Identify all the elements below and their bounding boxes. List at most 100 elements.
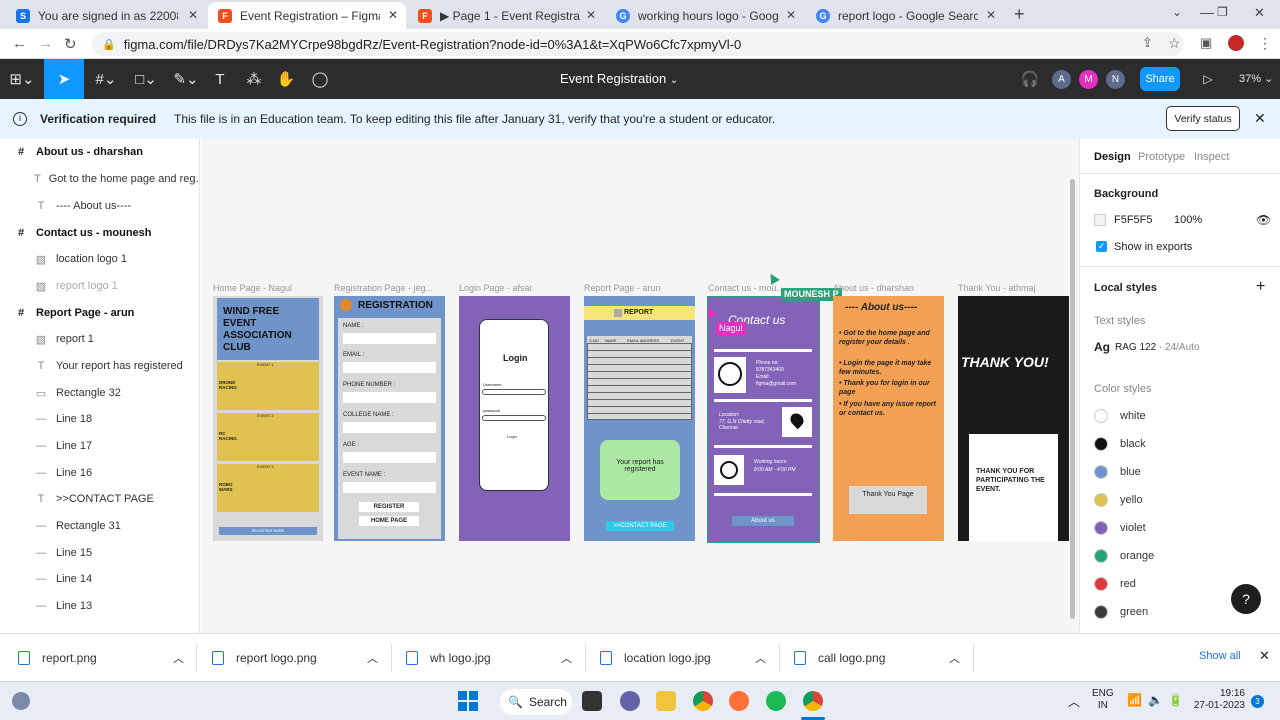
frame-label[interactable]: Home Page - Nagul (213, 283, 292, 293)
close-tab-icon[interactable]: ✕ (188, 8, 198, 22)
text-style-item[interactable]: RAG 122 · 24/Auto (1115, 342, 1200, 353)
language-indicator[interactable]: ENG IN (1092, 688, 1114, 712)
back-icon[interactable]: ← (12, 35, 27, 52)
layer-row[interactable]: T Got to the home page and reg... (0, 166, 199, 192)
color-style-item[interactable]: orange (1094, 549, 1154, 563)
show-exports-checkbox[interactable]: ✓ (1096, 241, 1107, 252)
color-style-item[interactable]: green (1094, 605, 1148, 619)
layer-row[interactable]: ▨ report logo 1 (0, 273, 199, 299)
zoom-dropdown[interactable]: 37% ⌄ (1239, 72, 1273, 85)
frame-label[interactable]: Registration Page - jeg... (334, 283, 433, 293)
tab-working-hours[interactable]: G working hours logo - Google Sea ✕ (606, 2, 804, 29)
tab-design[interactable]: Design (1094, 151, 1131, 163)
avatar[interactable]: N (1106, 70, 1125, 89)
thank-you-page-frame[interactable]: THANK YOU! THANK YOU FOR PARTICIPATING T… (958, 296, 1069, 541)
close-tab-icon[interactable]: ✕ (986, 8, 996, 22)
avatar[interactable]: A (1052, 70, 1071, 89)
download-item[interactable]: report logo.png (212, 646, 317, 670)
share-button[interactable]: Share (1140, 67, 1180, 91)
chevron-up-icon[interactable]: ︿ (173, 650, 184, 666)
text-tool-icon[interactable]: T (206, 59, 234, 99)
close-tab-icon[interactable]: ✕ (586, 8, 596, 22)
bg-color-swatch[interactable] (1094, 214, 1106, 226)
layer-row[interactable]: T >>CONTACT PAGE (0, 486, 199, 512)
main-menu-icon[interactable]: ⊞⌄ (0, 59, 44, 99)
tab-report-logo[interactable]: G report logo - Google Search ✕ (806, 2, 1004, 29)
avatar[interactable]: M (1079, 70, 1098, 89)
share-page-icon[interactable]: ⇪ (1142, 35, 1153, 51)
registration-page-frame[interactable]: REGISTRATION NAME : EMAIL : PHONE NUMBER… (334, 296, 445, 541)
layer-row[interactable]: — Line 18 (0, 406, 199, 432)
download-item[interactable]: location logo.jpg (600, 646, 711, 670)
volume-icon[interactable]: 🔈 (1148, 693, 1163, 707)
reload-icon[interactable]: ↻ (64, 35, 77, 53)
bookmark-star-icon[interactable]: ☆ (1168, 35, 1181, 52)
frame-label[interactable]: Report Page - arun (584, 283, 661, 293)
frame-label[interactable]: Thank You - athmaj (958, 283, 1036, 293)
browser-menu-icon[interactable]: ⋮ (1258, 35, 1272, 52)
close-banner-icon[interactable]: ✕ (1254, 110, 1266, 127)
clock[interactable]: 19:16 27-01-2023 (1193, 688, 1245, 712)
tray-overflow-icon[interactable]: ︿ (1068, 693, 1080, 710)
bg-opacity-input[interactable]: 100% (1174, 214, 1202, 226)
frame-label[interactable]: Login Page - afsar (459, 283, 533, 293)
frame-label[interactable]: About us - dharshan (833, 283, 914, 293)
layer-row[interactable]: ▭ Rectangle 32 (0, 380, 199, 406)
chrome-icon[interactable] (693, 691, 713, 711)
layer-row[interactable]: — Rectangle 31 (0, 513, 199, 539)
move-tool-icon[interactable]: ➤ (44, 59, 84, 99)
file-title[interactable]: Event Registration ⌄ (560, 71, 678, 86)
minimize-icon[interactable]: — (1200, 4, 1214, 20)
url-field[interactable]: 🔒 figma.com/file/DRDys7Ka2MYCrpe98bgdRz/… (92, 32, 1184, 56)
pen-tool-icon[interactable]: ✎⌄ (166, 59, 206, 99)
firefox-icon[interactable] (729, 691, 749, 711)
close-window-icon[interactable]: ✕ (1254, 5, 1265, 21)
layer-row[interactable]: — Line 17 (0, 433, 199, 459)
audio-headphones-icon[interactable]: 🎧 (1018, 59, 1042, 99)
color-style-item[interactable]: white (1094, 409, 1146, 423)
home-page-frame[interactable]: WIND FREE EVENT ASSOCIATION CLUB EVENT 1… (213, 296, 323, 541)
wifi-icon[interactable]: 📶 (1127, 693, 1142, 707)
windows-start-icon[interactable] (458, 691, 478, 711)
layer-row[interactable]: ▨ location logo 1 (0, 246, 199, 272)
resources-icon[interactable]: ⁂ (240, 59, 268, 99)
download-item[interactable]: report.png (18, 646, 97, 670)
layer-row[interactable]: # Report Page - arun (0, 300, 199, 326)
taskbar-search[interactable]: 🔍 Search (500, 689, 572, 715)
color-style-item[interactable]: blue (1094, 465, 1141, 479)
tab-signed-in[interactable]: S You are signed in as 22008531 ✕ (6, 2, 206, 29)
login-page-frame[interactable]: Login Username password Login (459, 296, 570, 541)
frame-label[interactable]: Contact us - mou... (708, 283, 784, 293)
task-view-icon[interactable] (582, 691, 602, 711)
layer-row[interactable]: T ---- About us---- (0, 193, 199, 219)
report-page-frame[interactable]: REPORT S.NO NAME EMAIL ADDRESS EVENT You… (584, 296, 695, 541)
add-style-icon[interactable]: + (1256, 278, 1265, 296)
show-all-link[interactable]: Show all (1199, 650, 1241, 662)
chevron-up-icon[interactable]: ︿ (755, 650, 766, 666)
chrome-active-icon[interactable] (803, 691, 823, 711)
canvas-scrollbar[interactable] (1070, 179, 1075, 619)
new-tab-icon[interactable]: + (1014, 4, 1025, 25)
tab-inspect[interactable]: Inspect (1194, 151, 1229, 163)
layer-row[interactable]: — Line 16 (0, 460, 199, 486)
spotify-icon[interactable] (766, 691, 786, 711)
shape-tool-icon[interactable]: □⌄ (126, 59, 166, 99)
chevron-up-icon[interactable]: ︿ (561, 650, 572, 666)
download-item[interactable]: wh logo.jpg (406, 646, 491, 670)
tab-page1[interactable]: F ▶ Page 1 - Event Registration ✕ (408, 2, 604, 29)
close-tab-icon[interactable]: ✕ (388, 8, 398, 22)
tab-prototype[interactable]: Prototype (1138, 151, 1185, 163)
profile-avatar[interactable] (1228, 35, 1244, 51)
help-button[interactable]: ? (1231, 584, 1261, 614)
visibility-eye-icon[interactable]: 👁 (1256, 213, 1271, 227)
download-item[interactable]: call logo.png (794, 646, 885, 670)
hand-tool-icon[interactable]: ✋ (272, 59, 300, 99)
layer-row[interactable]: ▨ report 1 (0, 326, 199, 352)
forward-icon[interactable]: → (38, 35, 53, 52)
color-style-item[interactable]: black (1094, 437, 1146, 451)
teams-chat-icon[interactable] (620, 691, 640, 711)
verify-status-button[interactable]: Verify status (1166, 106, 1240, 131)
layer-row[interactable]: T Your report has registered (0, 353, 199, 379)
color-style-item[interactable]: yello (1094, 493, 1143, 507)
layer-row[interactable]: — Line 14 (0, 566, 199, 592)
